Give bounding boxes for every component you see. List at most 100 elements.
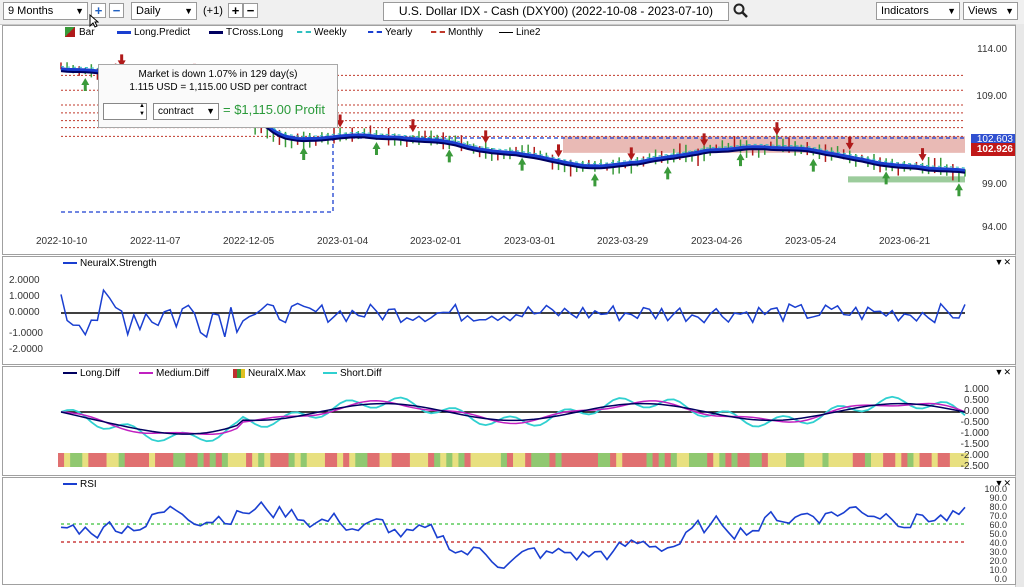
neuralmax-cell — [155, 453, 162, 467]
buy-arrow-icon — [81, 78, 90, 92]
collapse-icon[interactable]: ▼✕ — [995, 367, 1011, 378]
neuralmax-cell — [543, 453, 550, 467]
neuralmax-cell — [88, 453, 95, 467]
unit-dropdown[interactable]: contract ▼ — [153, 103, 219, 120]
neuralmax-cell — [919, 453, 927, 467]
neuralmax-cell — [94, 453, 101, 467]
neuralmax-cell — [695, 453, 702, 467]
resistance-zone — [563, 136, 965, 153]
price-tick: 99.00 — [981, 179, 1007, 190]
strength-tick: 2.0000 — [9, 275, 40, 286]
neuralmax-cell — [355, 453, 362, 467]
buy-arrow-icon — [372, 141, 381, 155]
neuralmax-cell — [749, 453, 757, 467]
strength-panel: NeuralX.Strength ▼✕ 2.0000 1.0000 0.0000… — [2, 256, 1016, 365]
interval-value: Daily — [136, 5, 161, 17]
neuralmax-cell — [810, 453, 817, 467]
legend-line2: Line2 — [499, 26, 540, 40]
step-plus-button[interactable]: + — [228, 3, 243, 18]
neuralmax-cell — [719, 453, 726, 467]
date-tick: 2023-06-21 — [879, 236, 931, 247]
zoom-out-button[interactable]: − — [109, 3, 124, 18]
sell-arrow-icon — [772, 122, 781, 136]
neuralmax-cell — [525, 453, 532, 467]
date-tick: 2023-03-01 — [504, 236, 556, 247]
legend-short-diff: Short.Diff — [340, 368, 382, 379]
neuralmax-cell — [264, 453, 271, 467]
buy-arrow-icon — [445, 149, 454, 163]
neuralmax-cell — [179, 453, 186, 467]
diff-tick: 0.000 — [963, 406, 989, 417]
date-tick: 2023-04-26 — [691, 236, 743, 247]
neuralmax-cell — [173, 453, 180, 467]
short-diff-line — [60, 395, 966, 443]
neuralmax-cell — [519, 453, 526, 467]
buy-arrow-icon — [954, 183, 963, 197]
neuralmax-cell — [482, 453, 490, 467]
spinner-icon[interactable]: ▲ ▼ — [139, 102, 145, 118]
tooltip-line1: Market is down 1.07% in 129 day(s) — [138, 69, 298, 80]
indicators-label: Indicators — [881, 5, 929, 17]
indicators-dropdown[interactable]: Indicators ▼ — [876, 2, 960, 20]
neuralmax-cell — [464, 453, 472, 467]
chevron-down-icon: ▼ — [1005, 6, 1014, 16]
diff-chart[interactable] — [3, 367, 1015, 475]
neuralmax-cell — [877, 453, 884, 467]
vertical-scrollbar[interactable] — [1015, 24, 1024, 587]
period-dropdown[interactable]: 9 Months ▼ — [3, 2, 88, 20]
neuralmax-cell — [197, 453, 205, 467]
neuralmax-cell — [786, 453, 793, 467]
date-tick: 2023-05-24 — [785, 236, 837, 247]
price-chart[interactable] — [3, 26, 1015, 254]
neuralmax-cell — [258, 453, 265, 467]
neuralmax-cell — [434, 453, 441, 467]
search-icon[interactable] — [733, 3, 749, 19]
buy-arrow-icon — [590, 173, 599, 187]
chevron-down-icon: ▼ — [206, 106, 215, 116]
neuralmax-cell — [233, 453, 241, 467]
neuralmax-cell — [913, 453, 920, 467]
chevron-down-icon: ▼ — [75, 6, 84, 16]
neuralmax-cell — [834, 453, 842, 467]
interval-dropdown[interactable]: Daily ▼ — [131, 2, 197, 20]
neuralmax-cell — [658, 453, 666, 467]
step-label: (+1) — [203, 5, 223, 17]
contract-quantity-input[interactable]: ▲ ▼ — [103, 103, 147, 120]
neuralmax-cell — [604, 453, 611, 467]
neuralmax-cell — [318, 453, 326, 467]
long-diff-line — [60, 402, 966, 435]
neuralmax-cell — [713, 453, 720, 467]
neuralmax-cell — [270, 453, 277, 467]
neuralmax-cell — [191, 453, 199, 467]
legend-weekly-label: Weekly — [314, 27, 347, 38]
neuralmax-cell — [337, 453, 344, 467]
neuralmax-cell — [409, 453, 417, 467]
sell-arrow-icon — [408, 119, 417, 133]
neuralmax-cell — [76, 453, 83, 467]
strength-chart[interactable] — [3, 257, 1015, 364]
neuralmax-cell — [130, 453, 138, 467]
neuralmax-cell — [452, 453, 459, 467]
rsi-title: RSI — [80, 479, 97, 490]
neuralmax-cell — [373, 453, 381, 467]
diff-tick: -1.000 — [960, 428, 989, 439]
symbol-title[interactable]: U.S. Dollar IDX - Cash (DXY00) (2022-10-… — [383, 2, 729, 21]
rsi-chart[interactable] — [3, 478, 1015, 584]
step-minus-button[interactable]: − — [243, 3, 258, 18]
neuralmax-cell — [664, 453, 672, 467]
support-zone — [848, 176, 965, 183]
neuralmax-cell — [549, 453, 556, 467]
neuralmax-cell — [816, 453, 823, 467]
date-tick: 2023-01-04 — [317, 236, 369, 247]
legend-medium-diff: Medium.Diff — [156, 368, 210, 379]
collapse-icon[interactable]: ▼✕ — [995, 257, 1011, 268]
toolbar: 9 Months ▼ + − Daily ▼ (+1) + − U.S. Dol… — [0, 0, 1024, 25]
legend-monthly: Monthly — [431, 26, 483, 40]
neuralmax-cell — [804, 453, 811, 467]
buy-arrow-icon — [736, 153, 745, 167]
views-dropdown[interactable]: Views ▼ — [963, 2, 1018, 20]
neuralmax-cell — [112, 453, 120, 467]
neuralmax-cell — [149, 453, 156, 467]
neuralmax-cell — [100, 453, 107, 467]
neuralmax-cell — [792, 453, 799, 467]
